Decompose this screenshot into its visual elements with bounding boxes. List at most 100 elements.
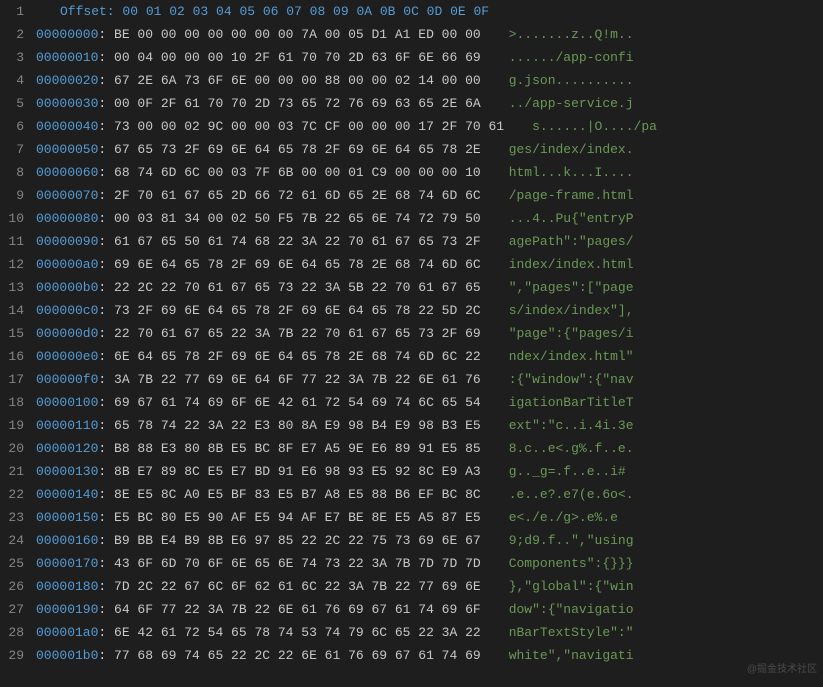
hex-row[interactable]: 00000020: 67 2E 6A 73 6F 6E 00 00 00 88 …: [36, 69, 823, 92]
bytes-cell[interactable]: 67 65 73 2F 69 6E 64 65 78 2F 69 6E 64 6…: [114, 138, 481, 161]
hex-content[interactable]: Offset: 00 01 02 03 04 05 06 07 08 09 0A…: [36, 0, 823, 687]
bytes-cell[interactable]: 8E E5 8C A0 E5 BF 83 E5 B7 A8 E5 88 B6 E…: [114, 483, 481, 506]
offset-cell: 00000130: [36, 460, 98, 483]
bytes-cell[interactable]: 2F 70 61 67 65 2D 66 72 61 6D 65 2E 68 7…: [114, 184, 481, 207]
hex-row[interactable]: 00000070: 2F 70 61 67 65 2D 66 72 61 6D …: [36, 184, 823, 207]
colon: :: [98, 391, 114, 414]
colon: :: [98, 115, 114, 138]
bytes-cell[interactable]: B9 BB E4 B9 8B E6 97 85 22 2C 22 75 73 6…: [114, 529, 481, 552]
hex-row[interactable]: 00000080: 00 03 81 34 00 02 50 F5 7B 22 …: [36, 207, 823, 230]
hex-row[interactable]: 000000b0: 22 2C 22 70 61 67 65 73 22 3A …: [36, 276, 823, 299]
bytes-cell[interactable]: 69 67 61 74 69 6F 6E 42 61 72 54 69 74 6…: [114, 391, 481, 414]
ascii-cell: igationBarTitleT: [481, 391, 634, 414]
line-number: 18: [0, 391, 24, 414]
hex-row[interactable]: 00000150: E5 BC 80 E5 90 AF E5 94 AF E7 …: [36, 506, 823, 529]
offset-cell: 000001a0: [36, 621, 98, 644]
hex-row[interactable]: 000000d0: 22 70 61 67 65 22 3A 7B 22 70 …: [36, 322, 823, 345]
line-number: 16: [0, 345, 24, 368]
hex-row[interactable]: 000001b0: 77 68 69 74 65 22 2C 22 6E 61 …: [36, 644, 823, 667]
hex-row[interactable]: 00000170: 43 6F 6D 70 6F 6E 65 6E 74 73 …: [36, 552, 823, 575]
offset-cell: 00000070: [36, 184, 98, 207]
hex-row[interactable]: 000000e0: 6E 64 65 78 2F 69 6E 64 65 78 …: [36, 345, 823, 368]
bytes-cell[interactable]: 22 2C 22 70 61 67 65 73 22 3A 5B 22 70 6…: [114, 276, 481, 299]
bytes-cell[interactable]: BE 00 00 00 00 00 00 00 7A 00 05 D1 A1 E…: [114, 23, 481, 46]
ascii-cell: ...4..Pu{"entryP: [481, 207, 634, 230]
ascii-cell: ","pages":["page: [481, 276, 634, 299]
ascii-cell: ges/index/index.: [481, 138, 634, 161]
bytes-cell[interactable]: 68 74 6D 6C 00 03 7F 6B 00 00 01 C9 00 0…: [114, 161, 481, 184]
hex-row[interactable]: 00000090: 61 67 65 50 61 74 68 22 3A 22 …: [36, 230, 823, 253]
bytes-cell[interactable]: 43 6F 6D 70 6F 6E 65 6E 74 73 22 3A 7B 7…: [114, 552, 481, 575]
offset-cell: 000000b0: [36, 276, 98, 299]
line-number: 21: [0, 460, 24, 483]
hex-row[interactable]: 00000010: 00 04 00 00 00 10 2F 61 70 70 …: [36, 46, 823, 69]
line-number: 19: [0, 414, 24, 437]
offset-cell: 00000160: [36, 529, 98, 552]
hex-row[interactable]: 00000110: 65 78 74 22 3A 22 E3 80 8A E9 …: [36, 414, 823, 437]
hex-row[interactable]: 000000c0: 73 2F 69 6E 64 65 78 2F 69 6E …: [36, 299, 823, 322]
ascii-cell: e<./e./g>.e%.e: [481, 506, 618, 529]
bytes-cell[interactable]: 77 68 69 74 65 22 2C 22 6E 61 76 69 67 6…: [114, 644, 481, 667]
line-number: 12: [0, 253, 24, 276]
line-number: 7: [0, 138, 24, 161]
hex-row[interactable]: 00000180: 7D 2C 22 67 6C 6F 62 61 6C 22 …: [36, 575, 823, 598]
line-number: 14: [0, 299, 24, 322]
offset-cell: 000000f0: [36, 368, 98, 391]
hex-row[interactable]: 00000100: 69 67 61 74 69 6F 6E 42 61 72 …: [36, 391, 823, 414]
line-number: 8: [0, 161, 24, 184]
bytes-cell[interactable]: 7D 2C 22 67 6C 6F 62 61 6C 22 3A 7B 22 7…: [114, 575, 481, 598]
hex-editor-view: 1234567891011121314151617181920212223242…: [0, 0, 823, 687]
bytes-cell[interactable]: 61 67 65 50 61 74 68 22 3A 22 70 61 67 6…: [114, 230, 481, 253]
column-headers: 00 01 02 03 04 05 06 07 08 09 0A 0B 0C 0…: [122, 4, 489, 19]
line-number: 10: [0, 207, 24, 230]
hex-row[interactable]: 000001a0: 6E 42 61 72 54 65 78 74 53 74 …: [36, 621, 823, 644]
bytes-cell[interactable]: E5 BC 80 E5 90 AF E5 94 AF E7 BE 8E E5 A…: [114, 506, 481, 529]
hex-row[interactable]: 00000050: 67 65 73 2F 69 6E 64 65 78 2F …: [36, 138, 823, 161]
ascii-cell: html...k...I....: [481, 161, 634, 184]
hex-row[interactable]: 00000000: BE 00 00 00 00 00 00 00 7A 00 …: [36, 23, 823, 46]
hex-row[interactable]: 00000040: 73 00 00 02 9C 00 00 03 7C CF …: [36, 115, 823, 138]
line-number: 20: [0, 437, 24, 460]
bytes-cell[interactable]: 64 6F 77 22 3A 7B 22 6E 61 76 69 67 61 7…: [114, 598, 481, 621]
bytes-cell[interactable]: 65 78 74 22 3A 22 E3 80 8A E9 98 B4 E9 9…: [114, 414, 481, 437]
colon: :: [98, 161, 114, 184]
bytes-cell[interactable]: 69 6E 64 65 78 2F 69 6E 64 65 78 2E 68 7…: [114, 253, 481, 276]
bytes-cell[interactable]: 73 00 00 02 9C 00 00 03 7C CF 00 00 00 1…: [114, 115, 504, 138]
offset-cell: 00000030: [36, 92, 98, 115]
offset-cell: 00000180: [36, 575, 98, 598]
colon: :: [98, 322, 114, 345]
bytes-cell[interactable]: 67 2E 6A 73 6F 6E 00 00 00 88 00 00 02 1…: [114, 69, 481, 92]
colon: :: [98, 368, 114, 391]
bytes-cell[interactable]: B8 88 E3 80 8B E5 BC 8F E7 A5 9E E6 89 9…: [114, 437, 481, 460]
line-number: 13: [0, 276, 24, 299]
offset-cell: 00000110: [36, 414, 98, 437]
ascii-cell: s/index/index"],: [481, 299, 634, 322]
colon: :: [98, 299, 114, 322]
bytes-cell[interactable]: 00 0F 2F 61 70 70 2D 73 65 72 76 69 63 6…: [114, 92, 481, 115]
bytes-cell[interactable]: 8B E7 89 8C E5 E7 BD 91 E6 98 93 E5 92 8…: [114, 460, 481, 483]
hex-row[interactable]: 00000160: B9 BB E4 B9 8B E6 97 85 22 2C …: [36, 529, 823, 552]
hex-row[interactable]: 00000060: 68 74 6D 6C 00 03 7F 6B 00 00 …: [36, 161, 823, 184]
hex-row[interactable]: 000000a0: 69 6E 64 65 78 2F 69 6E 64 65 …: [36, 253, 823, 276]
bytes-cell[interactable]: 6E 64 65 78 2F 69 6E 64 65 78 2E 68 74 6…: [114, 345, 481, 368]
hex-row[interactable]: 000000f0: 3A 7B 22 77 69 6E 64 6F 77 22 …: [36, 368, 823, 391]
colon: :: [98, 529, 114, 552]
ascii-cell: Components":{}}}: [481, 552, 634, 575]
hex-row[interactable]: 00000190: 64 6F 77 22 3A 7B 22 6E 61 76 …: [36, 598, 823, 621]
hex-row[interactable]: 00000120: B8 88 E3 80 8B E5 BC 8F E7 A5 …: [36, 437, 823, 460]
bytes-cell[interactable]: 00 04 00 00 00 10 2F 61 70 70 2D 63 6F 6…: [114, 46, 481, 69]
hex-row[interactable]: 00000140: 8E E5 8C A0 E5 BF 83 E5 B7 A8 …: [36, 483, 823, 506]
bytes-cell[interactable]: 6E 42 61 72 54 65 78 74 53 74 79 6C 65 2…: [114, 621, 481, 644]
bytes-cell[interactable]: 3A 7B 22 77 69 6E 64 6F 77 22 3A 7B 22 6…: [114, 368, 481, 391]
line-number: 9: [0, 184, 24, 207]
line-number: 17: [0, 368, 24, 391]
offset-cell: 00000190: [36, 598, 98, 621]
bytes-cell[interactable]: 00 03 81 34 00 02 50 F5 7B 22 65 6E 74 7…: [114, 207, 481, 230]
line-number: 2: [0, 23, 24, 46]
line-number: 27: [0, 598, 24, 621]
colon: :: [98, 184, 114, 207]
hex-row[interactable]: 00000030: 00 0F 2F 61 70 70 2D 73 65 72 …: [36, 92, 823, 115]
hex-row[interactable]: 00000130: 8B E7 89 8C E5 E7 BD 91 E6 98 …: [36, 460, 823, 483]
bytes-cell[interactable]: 22 70 61 67 65 22 3A 7B 22 70 61 67 65 7…: [114, 322, 481, 345]
bytes-cell[interactable]: 73 2F 69 6E 64 65 78 2F 69 6E 64 65 78 2…: [114, 299, 481, 322]
